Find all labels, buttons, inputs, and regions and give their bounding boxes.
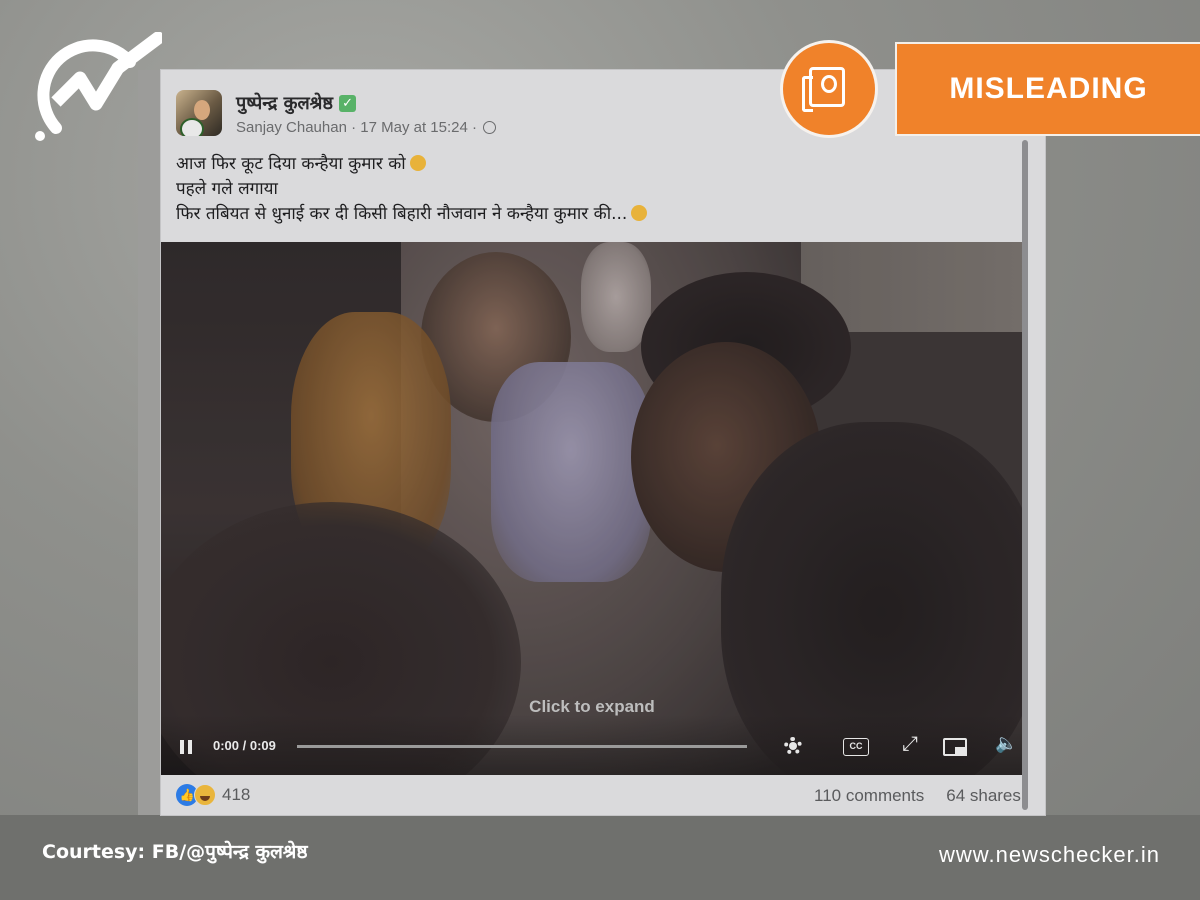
post-line-2: पहले गले लगाया [176,179,278,199]
author-name[interactable]: पुष्पेन्द्र कुलश्रेष्ठ [236,91,333,115]
video-player[interactable]: Click to expand 0:00 / 0:09 CC [161,242,1023,775]
post-text: आज फिर कूट दिया कन्हैया कुमार को पहले गल… [176,152,648,227]
scrollbar[interactable] [1022,140,1028,810]
shares-count[interactable]: 64 shares [946,786,1021,805]
captions-icon[interactable]: CC [843,738,869,756]
post-meta-text: Sanjay Chauhan · 17 May at 15:24 · [236,119,477,136]
video-time: 0:00 / 0:09 [213,738,276,753]
site-url[interactable]: www.newschecker.in [939,842,1160,868]
post-line-3[interactable]: फिर तबियत से धुनाई कर दी किसी बिहारी नौज… [176,204,627,224]
fact-check-badge-icon [802,67,845,112]
laughing-emoji-icon [631,205,648,221]
post-meta: Sanjay Chauhan · 17 May at 15:24 · [236,119,496,136]
author-avatar[interactable] [176,90,222,136]
settings-icon[interactable] [781,735,805,757]
globe-icon [482,121,496,134]
video-progress-bar[interactable] [297,745,747,748]
post-stats: 110 comments 64 shares [814,786,1022,806]
haha-reaction-icon [194,784,216,806]
click-to-expand-hint[interactable]: Click to expand [161,697,1023,717]
fact-check-badge [783,43,875,135]
verified-icon: ✓ [339,94,357,112]
courtesy-credit: Courtesy: FB/@पुष्पेन्द्र कुलश्रेष्ठ [42,841,308,863]
pause-icon[interactable] [179,740,193,754]
laughing-emoji-icon [409,155,426,171]
fullscreen-icon[interactable] [899,733,923,757]
pip-icon[interactable] [943,738,967,756]
background-strip [138,70,161,815]
volume-icon[interactable] [995,733,1019,757]
reactions[interactable]: 👍 418 [176,784,250,806]
verdict-label: MISLEADING [897,44,1200,134]
post-author[interactable]: पुष्पेन्द्र कुलश्रेष्ठ ✓ [236,91,357,115]
reaction-count[interactable]: 418 [222,785,250,805]
comments-count[interactable]: 110 comments [814,786,924,805]
post-line-1: आज फिर कूट दिया कन्हैया कुमार को [176,154,406,174]
